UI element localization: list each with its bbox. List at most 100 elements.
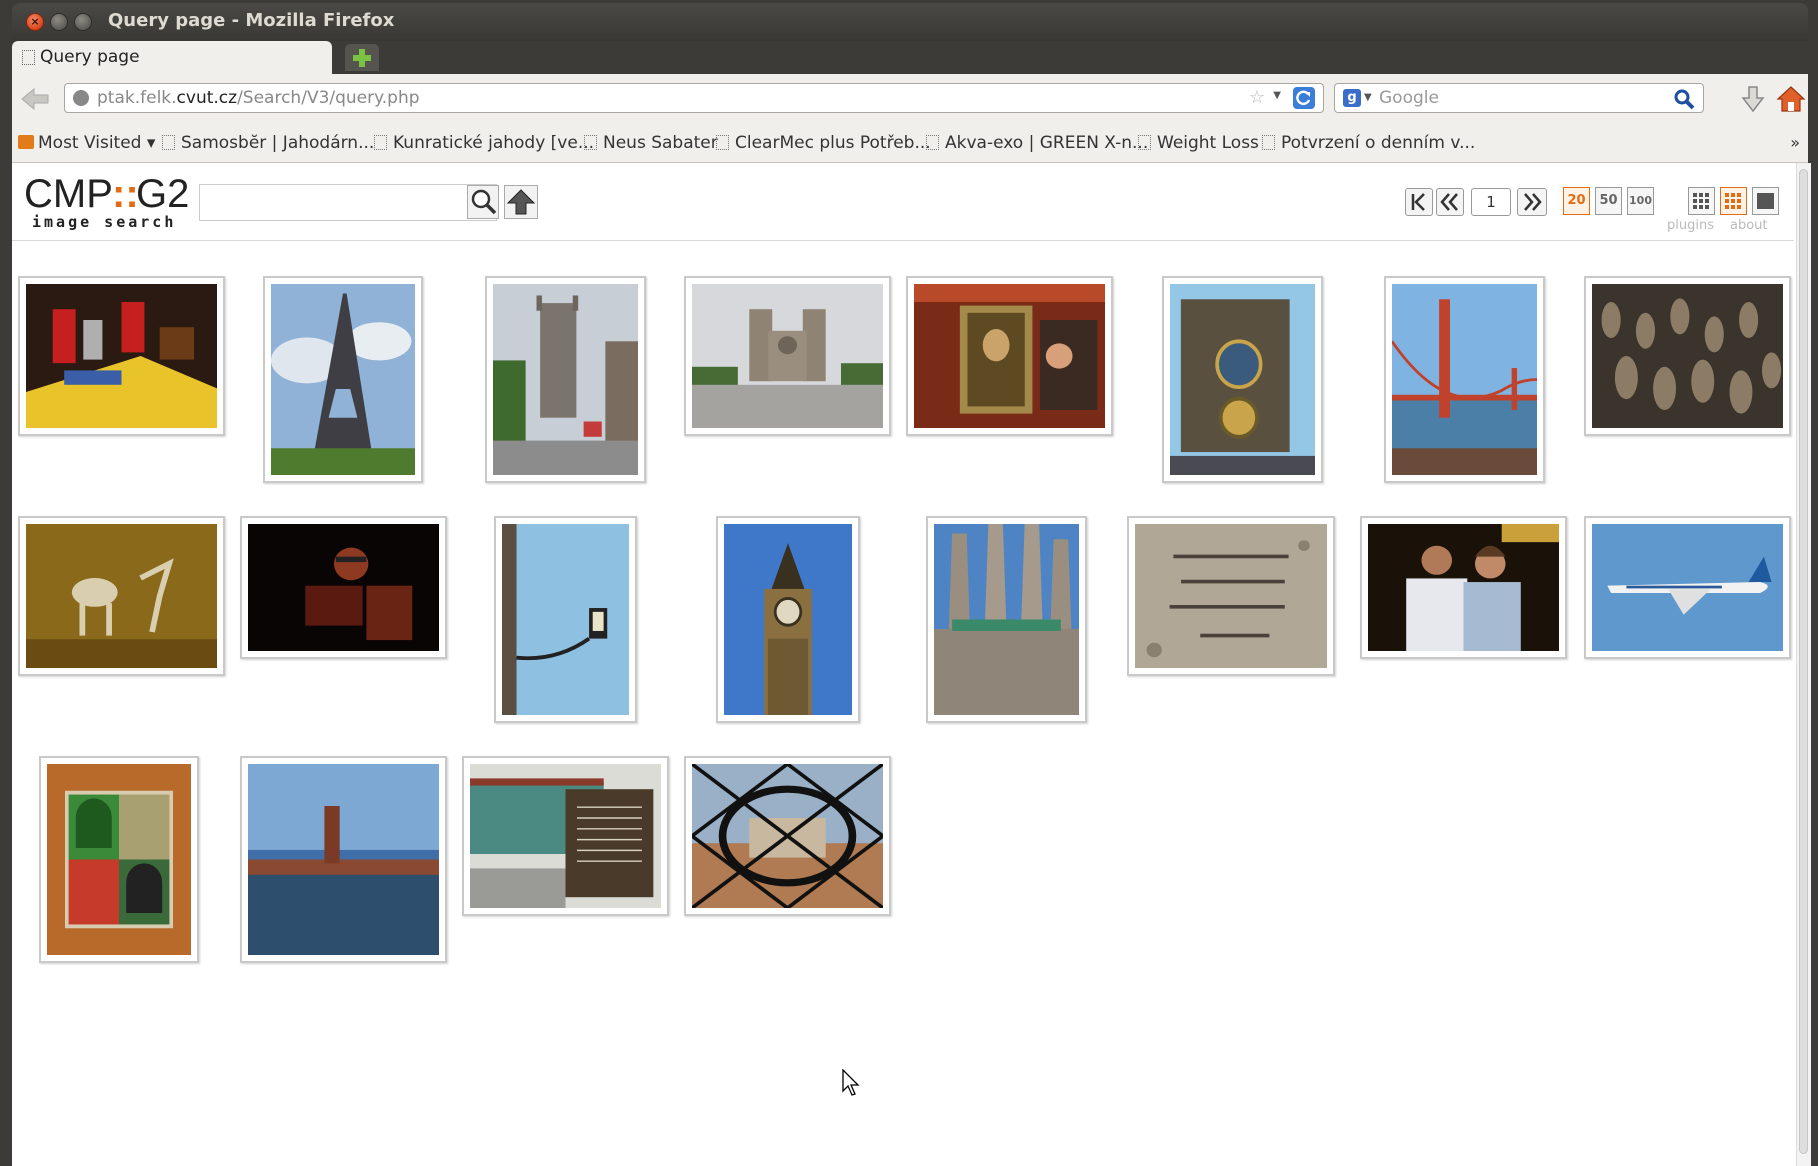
bookmark-weight-loss[interactable]: Weight Loss (1138, 133, 1259, 153)
cmp-g2-logo[interactable]: CMP :: G2 image search (24, 169, 204, 235)
result-thumbnail[interactable] (1384, 276, 1545, 483)
bookmark-star-icon[interactable]: ☆ (1249, 87, 1265, 108)
bookmark-akva-exo[interactable]: Akva-exo | GREEN X-n... (926, 133, 1148, 153)
url-prefix: ptak.felk. (97, 88, 177, 108)
window-title: Query page - Mozilla Firefox (108, 10, 395, 31)
per-page-50-button[interactable]: 50 (1595, 187, 1622, 215)
search-icon[interactable] (1673, 88, 1695, 110)
chevron-down-icon[interactable]: ▼ (1364, 92, 1372, 103)
page-icon (1262, 135, 1275, 150)
scrollbar-thumb[interactable] (1799, 169, 1808, 1154)
page-icon (926, 135, 939, 150)
plus-icon (353, 49, 371, 67)
result-thumbnail[interactable] (926, 516, 1087, 723)
bookmark-clearmec[interactable]: ClearMec plus Potřeb... (716, 133, 931, 153)
result-thumbnail[interactable] (18, 276, 225, 436)
bookmark-potvrzeni[interactable]: Potvrzení o denním v... (1262, 133, 1475, 153)
page-icon (162, 135, 175, 150)
result-thumbnail[interactable] (684, 276, 891, 436)
page-content: CMP :: G2 image search 1 20 50 100 plugi… (12, 163, 1808, 1166)
first-page-button[interactable] (1405, 188, 1433, 216)
eiffel-tower-image (271, 284, 415, 475)
home-icon[interactable] (1776, 84, 1806, 114)
url-text: ptak.felk.cvut.cz/Search/V3/query.php (97, 88, 420, 108)
result-thumbnail[interactable] (1584, 516, 1791, 659)
result-thumbnail[interactable] (263, 276, 423, 483)
search-placeholder: Google (1379, 88, 1439, 108)
logo-text-g2: G2 (136, 172, 189, 216)
result-thumbnail[interactable] (1360, 516, 1567, 659)
tab-label: Query page (40, 47, 140, 67)
stockholm-city-hall-image (248, 764, 439, 955)
cola-cans-image (26, 284, 217, 428)
logo-text-cmp: CMP (24, 172, 113, 216)
reload-icon[interactable] (1293, 87, 1315, 109)
vertical-scrollbar[interactable] (1796, 163, 1811, 1166)
app-header: CMP :: G2 image search 1 20 50 100 plugi… (12, 163, 1794, 241)
page-icon (584, 135, 597, 150)
tab-query-page[interactable]: Query page (12, 41, 332, 74)
result-thumbnail[interactable] (240, 516, 447, 659)
result-thumbnail[interactable] (494, 516, 637, 723)
download-arrow-icon[interactable] (1740, 85, 1766, 113)
view-large-thumbnails-button[interactable] (1752, 187, 1779, 215)
bookmarks-overflow-chevron-icon[interactable]: » (1790, 133, 1800, 152)
medium-grid-icon (1725, 193, 1741, 209)
google-icon[interactable]: g (1343, 89, 1361, 107)
window-close-button[interactable]: × (26, 13, 44, 31)
chevron-down-icon[interactable]: ▼ (1273, 90, 1281, 101)
search-button[interactable] (467, 185, 499, 219)
back-arrow-icon[interactable] (20, 86, 50, 112)
golden-gate-bridge-image (1392, 284, 1537, 475)
new-tab-button[interactable] (345, 44, 379, 71)
result-thumbnail[interactable] (716, 516, 860, 723)
magnifier-icon (471, 189, 497, 215)
bookmark-most-visited[interactable]: Most Visited ▾ (18, 133, 155, 153)
result-thumbnail[interactable] (1584, 276, 1791, 436)
page-number-field[interactable]: 1 (1471, 188, 1511, 216)
big-ben-image (724, 524, 852, 715)
upload-button[interactable] (504, 185, 538, 219)
bookmark-label: Neus Sabater (603, 133, 718, 153)
per-page-100-button[interactable]: 100 (1627, 187, 1654, 215)
plugins-link[interactable]: plugins (1667, 218, 1714, 233)
bookmark-label: Kunratické jahody [ve... (393, 133, 595, 153)
result-thumbnail[interactable] (462, 756, 669, 916)
window-maximize-button[interactable] (74, 13, 92, 31)
church-tower-street-image (493, 284, 638, 475)
result-thumbnail[interactable] (906, 276, 1113, 436)
person-laptop-dark-image (248, 524, 439, 651)
result-thumbnail[interactable] (1162, 276, 1323, 483)
bookmark-label: Most Visited ▾ (38, 133, 156, 153)
notre-dame-image (692, 284, 883, 428)
street-lamp-image (502, 524, 629, 715)
query-input[interactable] (199, 184, 497, 221)
single-square-icon (1757, 193, 1774, 209)
result-thumbnail[interactable] (240, 756, 447, 963)
hebrew-stone-inscription-image (1135, 524, 1327, 668)
view-medium-thumbnails-button[interactable] (1720, 187, 1747, 215)
web-search-bar[interactable]: g ▼ Google (1334, 83, 1704, 113)
view-small-thumbnails-button[interactable] (1688, 187, 1715, 215)
url-domain: cvut.cz (176, 88, 238, 108)
about-link[interactable]: about (1730, 218, 1768, 233)
bookmark-neus-sabater[interactable]: Neus Sabater (584, 133, 718, 153)
result-thumbnail[interactable] (1127, 516, 1335, 676)
logo-subtitle: image search (32, 213, 176, 231)
result-thumbnail[interactable] (18, 516, 225, 676)
mona-lisa-print-image (914, 284, 1105, 428)
nine-dragon-wall-sign-image (470, 764, 661, 908)
bookmark-label: Akva-exo | GREEN X-n... (945, 133, 1149, 153)
bookmark-kunraticke-jahody[interactable]: Kunratické jahody [ve... (374, 133, 594, 153)
previous-page-button[interactable] (1436, 188, 1464, 216)
globe-icon (73, 90, 89, 106)
window-minimize-button[interactable] (50, 13, 68, 31)
next-page-button[interactable] (1517, 188, 1547, 216)
result-thumbnail[interactable] (39, 756, 199, 963)
url-bar[interactable]: ptak.felk.cvut.cz/Search/V3/query.php ☆ … (64, 83, 1324, 113)
per-page-20-button[interactable]: 20 (1563, 187, 1590, 215)
result-thumbnail[interactable] (684, 756, 891, 916)
upload-arrow-icon (506, 189, 536, 215)
result-thumbnail[interactable] (485, 276, 646, 483)
bookmark-samosber[interactable]: Samosbĕr | Jahodárn... (162, 133, 374, 153)
